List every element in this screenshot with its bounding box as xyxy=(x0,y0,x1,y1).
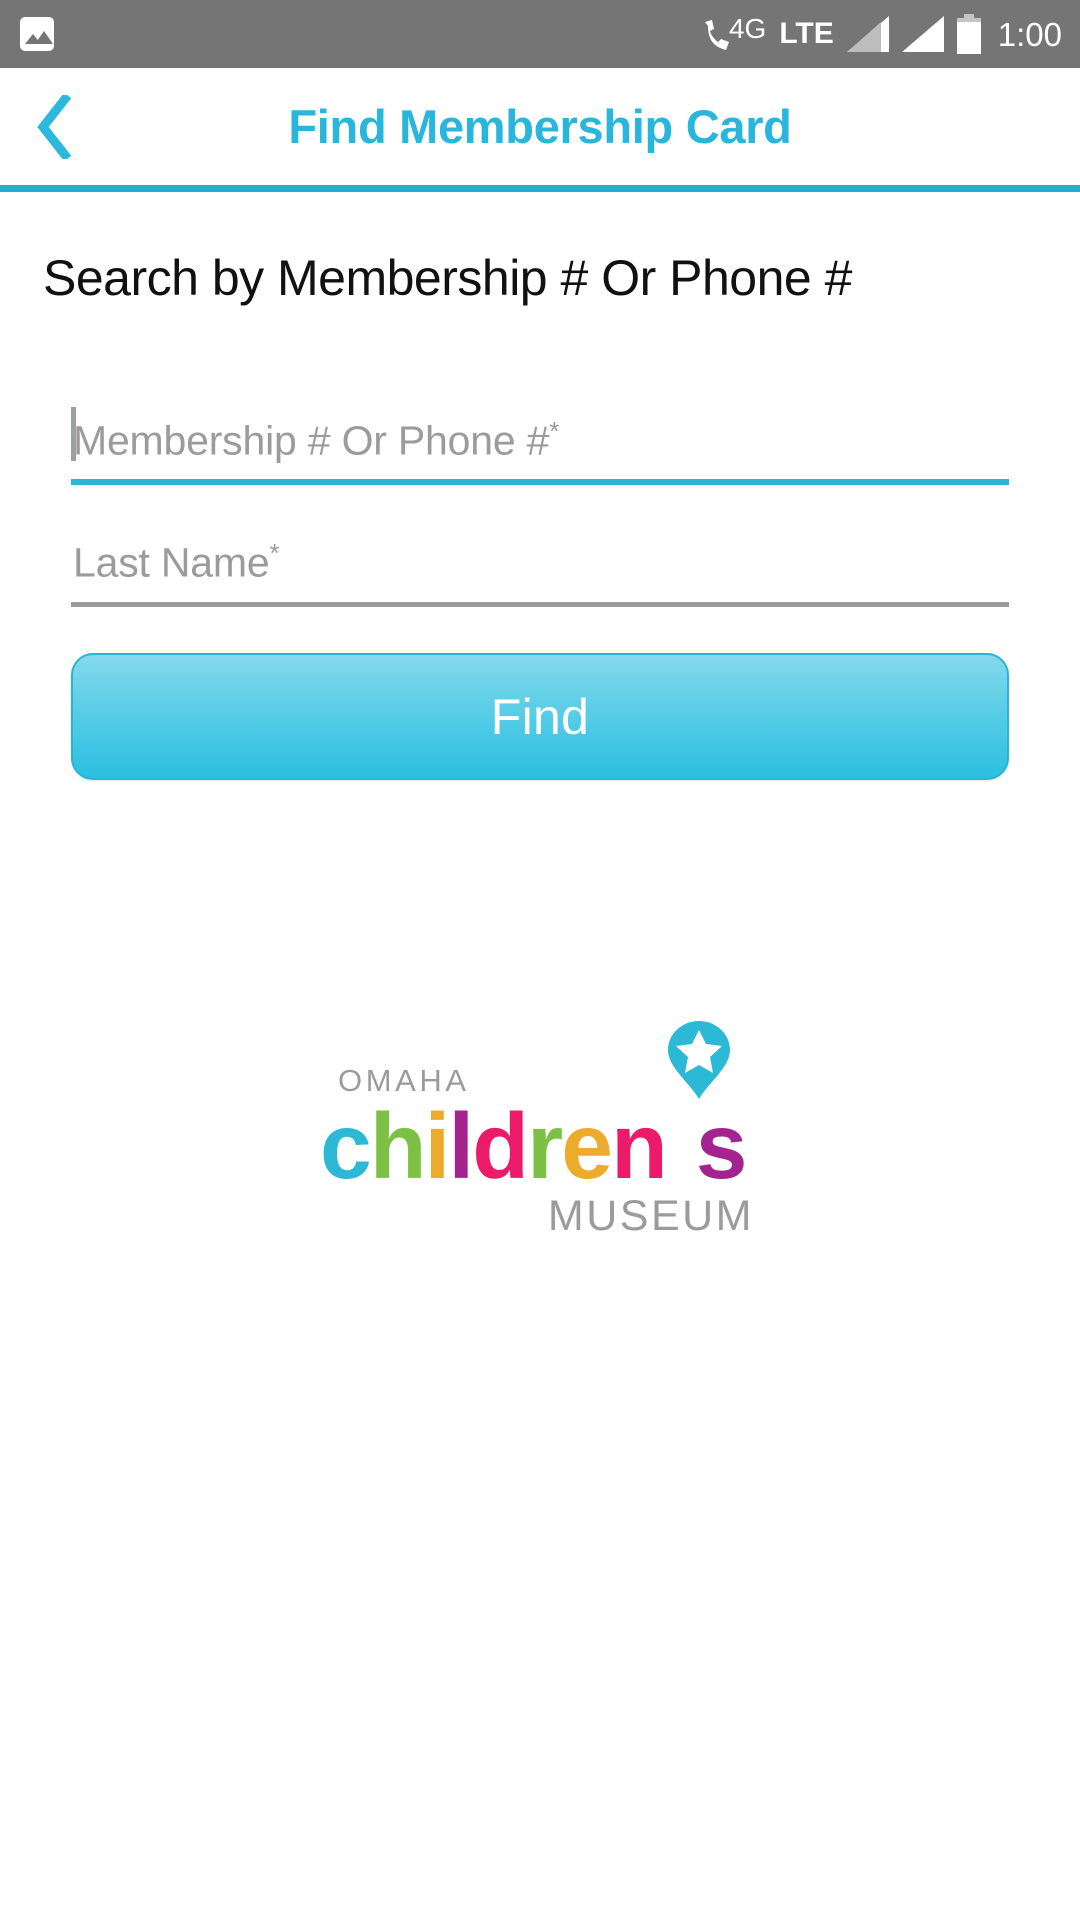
logo-letter-h-1: h xyxy=(369,1094,427,1198)
logo-letter-d-4: d xyxy=(472,1094,529,1198)
status-bar: 4G LTE 1:00 xyxy=(0,0,1080,68)
find-button[interactable]: Find xyxy=(71,653,1009,780)
logo-letter-i-2: i xyxy=(424,1094,451,1198)
status-bar-clock: 1:00 xyxy=(997,15,1062,53)
logo-letter-n-7: n xyxy=(610,1094,668,1198)
membership-or-phone-field[interactable]: Membership # Or Phone #* xyxy=(71,363,1009,485)
phone-4g-indicator: 4G xyxy=(702,14,766,54)
network-lte-label: LTE xyxy=(779,17,834,50)
map-pin-star-icon xyxy=(666,1019,732,1101)
app-root: 4G LTE 1:00 Find Membership Card Search … xyxy=(0,0,1080,1920)
last-name-underline xyxy=(71,602,1009,607)
battery-icon xyxy=(956,14,981,54)
phone-icon xyxy=(702,14,732,52)
logo-letter-e-6: e xyxy=(561,1094,613,1198)
logo-letter-s-8: s xyxy=(695,1094,748,1198)
page-title: Find Membership Card xyxy=(288,100,792,153)
network-4g-label: 4G xyxy=(728,13,767,44)
logo-letter-c-0: c xyxy=(320,1094,372,1198)
logo-childrens-text: childrens xyxy=(320,1100,760,1193)
chevron-left-icon xyxy=(35,94,75,159)
membership-or-phone-placeholder: Membership # Or Phone #* xyxy=(73,416,560,464)
back-button[interactable] xyxy=(0,68,110,185)
app-bar: Find Membership Card xyxy=(0,68,1080,185)
signal-bars-icon-1 xyxy=(846,16,889,52)
main-content: Search by Membership # Or Phone # Member… xyxy=(0,192,1080,1920)
brand-logo: OMAHA childrens MUSEUM xyxy=(43,1021,1037,1240)
text-cursor xyxy=(71,407,76,461)
find-button-label: Find xyxy=(490,688,590,745)
logo-museum-text: MUSEUM xyxy=(547,1192,754,1240)
last-name-placeholder: Last Name* xyxy=(73,538,280,586)
search-form: Membership # Or Phone #* Last Name* Find xyxy=(43,363,1037,780)
signal-bars-icon-2 xyxy=(901,16,944,52)
app-bar-divider xyxy=(0,185,1080,192)
section-heading: Search by Membership # Or Phone # xyxy=(43,250,852,306)
status-bar-right: 4G LTE 1:00 xyxy=(702,14,1062,54)
last-name-field[interactable]: Last Name* xyxy=(71,485,1009,607)
status-bar-left xyxy=(20,17,54,51)
gallery-icon xyxy=(20,17,54,51)
logo-letter-l-3: l xyxy=(448,1094,474,1198)
logo-letter-r-5: r xyxy=(527,1094,563,1198)
